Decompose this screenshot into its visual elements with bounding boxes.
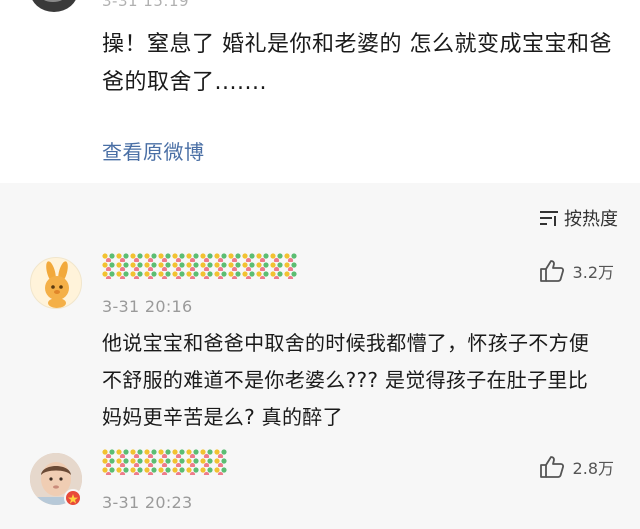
verified-badge-icon [64, 489, 82, 507]
comment-username-masked[interactable] [102, 449, 228, 475]
post-timestamp: 3-31 15:19 [102, 0, 190, 10]
comment-item: 3-31 20:23 2.8万 [0, 449, 640, 529]
comment-timestamp: 3-31 20:16 [102, 297, 193, 316]
post-text: 操！窒息了 婚礼是你和老婆的 怎么就变成宝宝和爸爸的取舍了....... [102, 32, 612, 95]
thumbs-up-icon [539, 456, 564, 478]
comment-item: 3-31 20:16 3.2万 他说宝宝和爸爸中取舍的时候我都懵了，怀孩子不方便… [0, 253, 640, 443]
thumbs-up-icon [539, 260, 564, 282]
original-post: 3-31 15:19 操！窒息了 婚礼是你和老婆的 怎么就变成宝宝和爸爸的取舍了… [0, 0, 640, 183]
comments-section: 按热度 3-31 20:16 3.2万 他说宝宝和爸爸中取舍的时候我都懵了，怀孩… [0, 183, 640, 529]
like-count: 2.8万 [572, 459, 614, 478]
like-count: 3.2万 [572, 263, 614, 282]
sort-by-hot-button[interactable]: 按热度 [538, 205, 618, 231]
comment-username-masked[interactable] [102, 253, 298, 279]
comment-timestamp: 3-31 20:23 [102, 493, 193, 512]
comment-text: 他说宝宝和爸爸中取舍的时候我都懵了，怀孩子不方便不舒服的难道不是你老婆么??? … [102, 331, 590, 429]
sort-label: 按热度 [564, 209, 618, 230]
view-original-link[interactable]: 查看原微博 [102, 136, 205, 165]
like-button[interactable]: 2.8万 [539, 455, 614, 479]
cartoon-rabbit-avatar[interactable] [30, 257, 82, 309]
sort-lines-icon [540, 211, 558, 226]
like-button[interactable]: 3.2万 [539, 259, 614, 283]
post-author-avatar[interactable] [30, 0, 78, 12]
